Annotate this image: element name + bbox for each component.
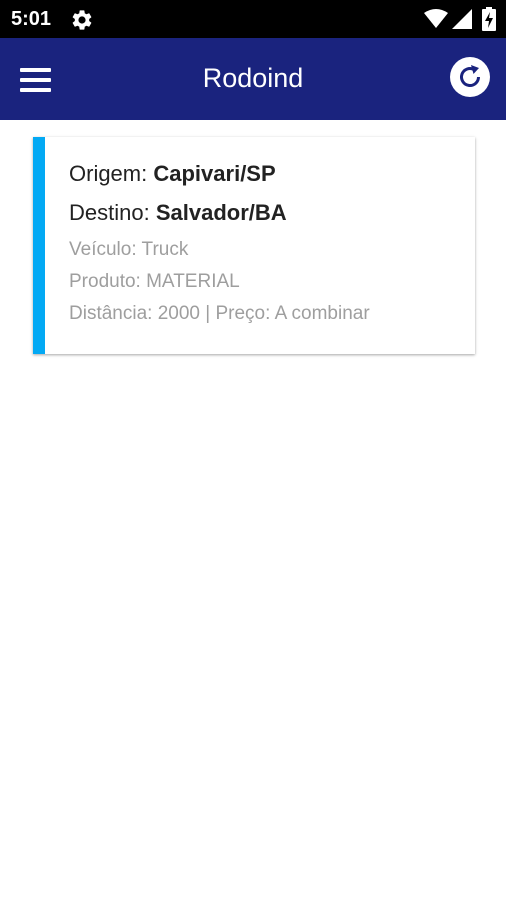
app-bar: Rodoind <box>0 38 506 120</box>
battery-charging-icon <box>482 7 496 31</box>
gear-icon <box>72 10 92 30</box>
hamburger-menu-icon[interactable] <box>14 60 56 100</box>
origin-label: Origem: <box>69 161 148 186</box>
destination-label: Destino: <box>69 200 150 225</box>
page-title: Rodoind <box>202 63 304 93</box>
destination-value: Salvador/BA <box>155 200 287 225</box>
wifi-icon <box>424 9 448 28</box>
origin-value: Capivari/SP <box>153 161 276 186</box>
distance-price-text: Distância: 2000 | Preço: A combinar <box>69 303 370 324</box>
refresh-icon[interactable] <box>449 56 491 98</box>
product-text: Produto: MATERIAL <box>69 271 240 292</box>
destination-line: Destino: Salvador/BA <box>69 200 287 226</box>
status-time: 5:01 <box>11 8 52 30</box>
card-accent-bar <box>33 137 45 354</box>
origin-line: Origem: Capivari/SP <box>69 161 276 187</box>
status-bar: 5:01 <box>0 0 506 38</box>
vehicle-text: Veículo: Truck <box>69 239 189 260</box>
cell-signal-icon <box>452 9 472 29</box>
freight-card[interactable]: Origem: Capivari/SP Destino: Salvador/BA… <box>33 137 475 354</box>
